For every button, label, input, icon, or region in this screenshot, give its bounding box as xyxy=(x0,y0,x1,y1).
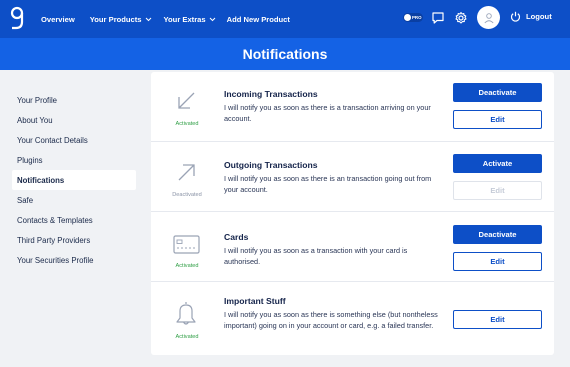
notification-title: Important Stuff xyxy=(224,296,286,306)
logout-button[interactable]: Logout xyxy=(510,11,552,22)
chat-icon[interactable] xyxy=(431,11,445,25)
notification-title: Incoming Transactions xyxy=(224,89,318,99)
nav-your-extras[interactable]: Your Extras xyxy=(164,0,216,38)
nav-overview[interactable]: Overview xyxy=(41,0,75,38)
sidebar-item-third-party-providers[interactable]: Third Party Providers xyxy=(12,230,136,250)
chevron-down-icon xyxy=(145,17,151,21)
sidebar-item-securities-profile[interactable]: Your Securities Profile xyxy=(12,250,136,270)
notification-row-important: Activated Important Stuff I will notify … xyxy=(151,282,554,355)
logo-g-icon[interactable] xyxy=(10,6,24,32)
page-title: Notifications xyxy=(242,46,328,62)
status-badge: Activated xyxy=(175,121,199,127)
notification-row-outgoing: Deactivated Outgoing Transactions I will… xyxy=(151,142,554,212)
notifications-card: Activated Incoming Transactions I will n… xyxy=(151,72,554,355)
sidebar-item-contact-details[interactable]: Your Contact Details xyxy=(12,130,136,150)
arrow-down-left-icon xyxy=(178,92,195,109)
notification-title: Outgoing Transactions xyxy=(224,160,318,170)
sidebar-item-about-you[interactable]: About You xyxy=(12,110,136,130)
settings-sidebar: Your Profile About You Your Contact Deta… xyxy=(12,90,136,270)
user-avatar[interactable] xyxy=(477,6,500,29)
notification-description: I will notify you as soon as a transacti… xyxy=(224,246,408,266)
user-avatar-icon xyxy=(483,12,494,23)
top-navigation-bar: Overview Your Products Your Extras Add N… xyxy=(0,0,570,38)
notification-description: I will notify you as soon as there is so… xyxy=(224,310,438,330)
notification-row-incoming: Activated Incoming Transactions I will n… xyxy=(151,72,554,142)
card-icon xyxy=(173,235,200,254)
sidebar-item-safe[interactable]: Safe xyxy=(12,190,136,210)
sidebar-item-contacts-templates[interactable]: Contacts & Templates xyxy=(12,210,136,230)
chevron-down-icon xyxy=(209,17,215,21)
sidebar-item-plugins[interactable]: Plugins xyxy=(12,150,136,170)
edit-button: Edit xyxy=(453,181,542,200)
sidebar-item-your-profile[interactable]: Your Profile xyxy=(12,90,136,110)
page-header: Notifications xyxy=(0,38,570,70)
pro-toggle[interactable]: PRO xyxy=(403,13,423,22)
sidebar-item-notifications[interactable]: Notifications xyxy=(12,170,136,190)
edit-button[interactable]: Edit xyxy=(453,310,542,329)
notification-description: I will notify you as soon as there is a … xyxy=(224,103,431,123)
logout-label: Logout xyxy=(526,12,552,21)
notification-title: Cards xyxy=(224,232,249,242)
edit-button[interactable]: Edit xyxy=(453,252,542,271)
status-badge: Deactivated xyxy=(172,192,202,198)
gear-icon[interactable] xyxy=(454,11,468,25)
notification-row-cards: Activated Cards I will notify you as soo… xyxy=(151,212,554,282)
toggle-knob xyxy=(404,14,411,21)
deactivate-button[interactable]: Deactivate xyxy=(453,83,542,102)
activate-button[interactable]: Activate xyxy=(453,154,542,173)
arrow-up-right-icon xyxy=(178,164,195,181)
edit-button[interactable]: Edit xyxy=(453,110,542,129)
status-badge: Activated xyxy=(175,334,199,340)
main-nav: Overview Your Products Your Extras Add N… xyxy=(41,0,290,38)
nav-your-products[interactable]: Your Products xyxy=(90,0,152,38)
nav-add-new-product[interactable]: Add New Product xyxy=(227,0,290,38)
notification-description: I will notify you as soon as there is an… xyxy=(224,174,432,194)
bell-icon xyxy=(176,302,196,325)
power-icon xyxy=(510,11,521,22)
deactivate-button[interactable]: Deactivate xyxy=(453,225,542,244)
pro-toggle-label: PRO xyxy=(412,14,422,20)
status-badge: Activated xyxy=(175,263,199,269)
